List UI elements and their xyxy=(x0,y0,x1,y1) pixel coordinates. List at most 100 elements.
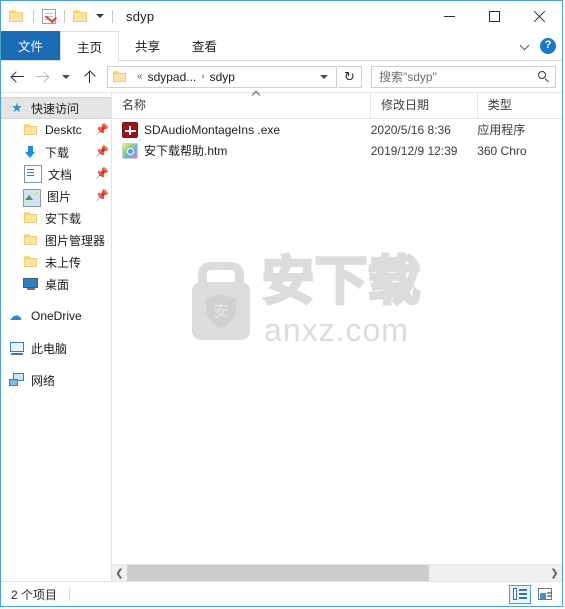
toolbar-divider xyxy=(33,9,34,23)
quick-access-toolbar xyxy=(1,8,116,24)
breadcrumb-separator: › xyxy=(201,71,205,82)
details-view-button[interactable] xyxy=(509,584,531,604)
chevron-down-icon xyxy=(62,74,70,79)
sidebar-item-documents[interactable]: 文档 📌 xyxy=(1,163,111,185)
history-dropdown-button[interactable] xyxy=(55,65,77,89)
watermark: 安 安下载 anxz.com xyxy=(190,252,422,367)
file-name-cell[interactable]: 安下载帮助.htm xyxy=(112,142,371,159)
title-bar: sdyp xyxy=(1,1,562,31)
item-count-label: 2 个项目 xyxy=(11,587,58,602)
table-row[interactable]: 安下载帮助.htm 2019/12/9 12:39 360 Chro xyxy=(112,140,562,161)
table-row[interactable]: SDAudioMontageIns .exe 2020/5/16 8:36 应用… xyxy=(112,119,562,140)
sidebar-item-picture-manager[interactable]: 图片管理器 xyxy=(1,229,111,251)
breadcrumb-overflow[interactable]: « xyxy=(137,71,143,82)
sidebar-item-desktop[interactable]: 桌面 xyxy=(1,273,111,295)
sidebar-item-label: Desktc xyxy=(45,123,82,137)
file-explorer-window: sdyp 文件 主页 共享 查看 ? « sdypad... › sdyp ↻ … xyxy=(0,0,563,607)
help-icon[interactable]: ? xyxy=(540,37,556,54)
refresh-icon: ↻ xyxy=(344,69,355,84)
column-header-name[interactable]: 名称 xyxy=(112,93,370,118)
maximize-icon xyxy=(489,10,500,22)
sidebar-item-not-uploaded[interactable]: 未上传 xyxy=(1,251,111,273)
watermark-text-en: anxz.com xyxy=(264,312,409,348)
chevron-down-icon[interactable] xyxy=(320,74,328,79)
maximize-button[interactable] xyxy=(472,1,517,31)
column-header-type[interactable]: 类型 xyxy=(476,93,562,118)
address-bar: « sdypad... › sdyp ↻ 搜索"sdyp" xyxy=(1,61,562,92)
file-date-cell: 2019/12/9 12:39 xyxy=(370,143,458,158)
breadcrumb-item-current[interactable]: sdyp xyxy=(210,70,235,84)
close-button[interactable] xyxy=(517,1,562,31)
scrollbar-track[interactable] xyxy=(127,565,547,581)
sidebar-item-downloads[interactable]: 下载 📌 xyxy=(1,141,111,163)
toolbar-divider xyxy=(112,9,113,23)
back-button[interactable] xyxy=(7,65,29,89)
search-input[interactable]: 搜索"sdyp" xyxy=(372,68,533,85)
scrollbar-thumb[interactable] xyxy=(127,565,430,581)
sidebar-item-network[interactable]: 网络 xyxy=(1,369,111,391)
sidebar-item-anxiazai[interactable]: 安下载 xyxy=(1,207,111,229)
scroll-left-icon[interactable]: ❮ xyxy=(112,565,127,581)
file-type-cell: 应用程序 xyxy=(477,123,526,137)
status-bar: 2 个项目 xyxy=(1,581,562,606)
pin-icon[interactable]: 📌 xyxy=(95,125,109,136)
file-rows: SDAudioMontageIns .exe 2020/5/16 8:36 应用… xyxy=(112,119,562,564)
arrow-up-icon xyxy=(84,70,96,83)
sidebar-item-label: 图片管理器 xyxy=(45,233,106,248)
document-icon xyxy=(24,165,42,183)
sidebar-item-quick-access[interactable]: ★ 快速访问 xyxy=(1,97,111,119)
ribbon-right-controls: ? xyxy=(521,31,556,60)
desktop-icon xyxy=(23,276,39,292)
folder-icon[interactable] xyxy=(9,9,25,23)
sidebar-item-onedrive[interactable]: ☁ OneDrive xyxy=(1,305,111,327)
refresh-button[interactable]: ↻ xyxy=(338,65,362,88)
download-icon xyxy=(23,144,39,160)
sidebar-item-label: 未上传 xyxy=(45,255,82,270)
breadcrumb[interactable]: « sdypad... › sdyp xyxy=(107,65,337,88)
ribbon-tab-bar: 文件 主页 共享 查看 ? xyxy=(1,31,562,61)
sidebar-item-this-pc[interactable]: 此电脑 xyxy=(1,337,111,359)
sidebar-item-label: 桌面 xyxy=(45,277,70,292)
chevron-down-icon[interactable] xyxy=(96,14,104,18)
column-header-date[interactable]: 修改日期 xyxy=(369,93,477,118)
tab-share[interactable]: 共享 xyxy=(119,31,176,60)
tab-home[interactable]: 主页 xyxy=(60,31,120,61)
pin-icon[interactable]: 📌 xyxy=(95,147,109,158)
toolbar-divider xyxy=(64,9,65,23)
tab-file[interactable]: 文件 xyxy=(1,31,61,60)
minimize-button[interactable] xyxy=(427,1,472,31)
large-icons-view-button[interactable] xyxy=(534,585,556,604)
star-icon: ★ xyxy=(11,100,23,115)
file-name-label: 安下载帮助.htm xyxy=(144,144,228,158)
search-box[interactable]: 搜索"sdyp" xyxy=(371,65,556,88)
sidebar-item-pictures[interactable]: 图片 📌 xyxy=(1,185,111,207)
minimize-icon xyxy=(444,15,455,17)
file-date-cell: 2020/5/16 8:36 xyxy=(370,122,451,137)
expand-ribbon-icon[interactable] xyxy=(521,41,530,50)
horizontal-scrollbar[interactable]: ❮ ❯ xyxy=(112,564,562,581)
close-icon xyxy=(533,10,546,23)
tab-view[interactable]: 查看 xyxy=(176,31,233,60)
details-view-icon xyxy=(513,588,527,600)
main-area: ★ 快速访问 Desktc 📌 下载 📌 文档 📌 图片 📌 安下载 图片管理器… xyxy=(1,92,562,581)
watermark-bag-icon: 安 xyxy=(192,262,250,340)
scroll-right-icon[interactable]: ❯ xyxy=(547,565,562,581)
sidebar-item-desktop-pinned[interactable]: Desktc 📌 xyxy=(1,119,111,141)
pin-icon[interactable]: 📌 xyxy=(95,169,109,180)
pin-icon[interactable]: 📌 xyxy=(95,191,109,202)
folder-icon xyxy=(23,122,39,138)
file-name-cell[interactable]: SDAudioMontageIns .exe xyxy=(112,121,371,138)
search-icon[interactable] xyxy=(533,70,555,83)
forward-button[interactable] xyxy=(31,65,53,89)
column-headers: 名称 修改日期 类型 xyxy=(112,93,562,119)
up-button[interactable] xyxy=(79,65,101,89)
folder-icon[interactable] xyxy=(73,9,89,23)
breadcrumb-item-parent[interactable]: sdypad... xyxy=(148,70,197,84)
large-icons-view-icon xyxy=(538,588,552,600)
properties-icon[interactable] xyxy=(42,8,56,24)
status-divider xyxy=(69,587,71,601)
magnifier-glyph xyxy=(538,70,550,83)
